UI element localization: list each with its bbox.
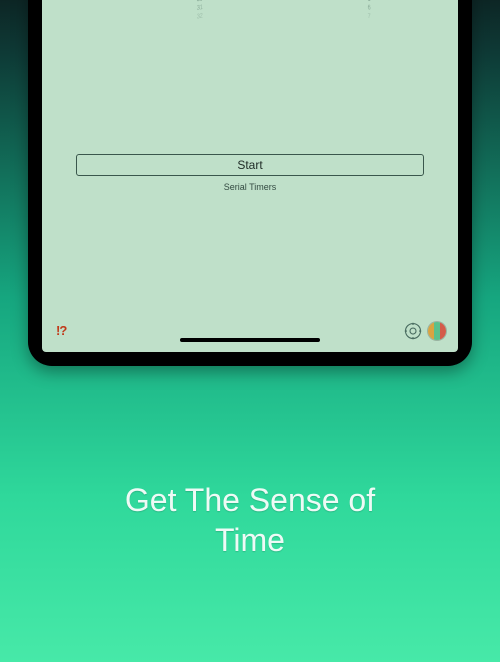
gear-icon[interactable] xyxy=(404,322,422,340)
time-picker-right[interactable]: 3 4 5 6 7 xyxy=(362,0,377,23)
picker-value: 32 xyxy=(192,11,207,23)
app-screen: 28 29 30 31 32 3 4 5 6 7 Start Serial Ti… xyxy=(42,0,458,352)
theme-icon[interactable] xyxy=(428,322,446,340)
headline-line: Time xyxy=(215,522,285,558)
promo-headline: Get The Sense of Time xyxy=(0,480,500,560)
bottom-right-icons xyxy=(404,322,446,340)
home-indicator xyxy=(180,338,320,342)
help-icon[interactable]: !? xyxy=(56,323,66,338)
headline-line: Get The Sense of xyxy=(125,482,375,518)
start-button[interactable]: Start xyxy=(76,154,424,176)
time-picker-left[interactable]: 28 29 30 31 32 xyxy=(192,0,207,23)
serial-timers-link[interactable]: Serial Timers xyxy=(42,182,458,192)
ipad-frame: 28 29 30 31 32 3 4 5 6 7 Start Serial Ti… xyxy=(28,0,472,366)
picker-value: 7 xyxy=(362,11,377,23)
promo-background: 28 29 30 31 32 3 4 5 6 7 Start Serial Ti… xyxy=(0,0,500,662)
